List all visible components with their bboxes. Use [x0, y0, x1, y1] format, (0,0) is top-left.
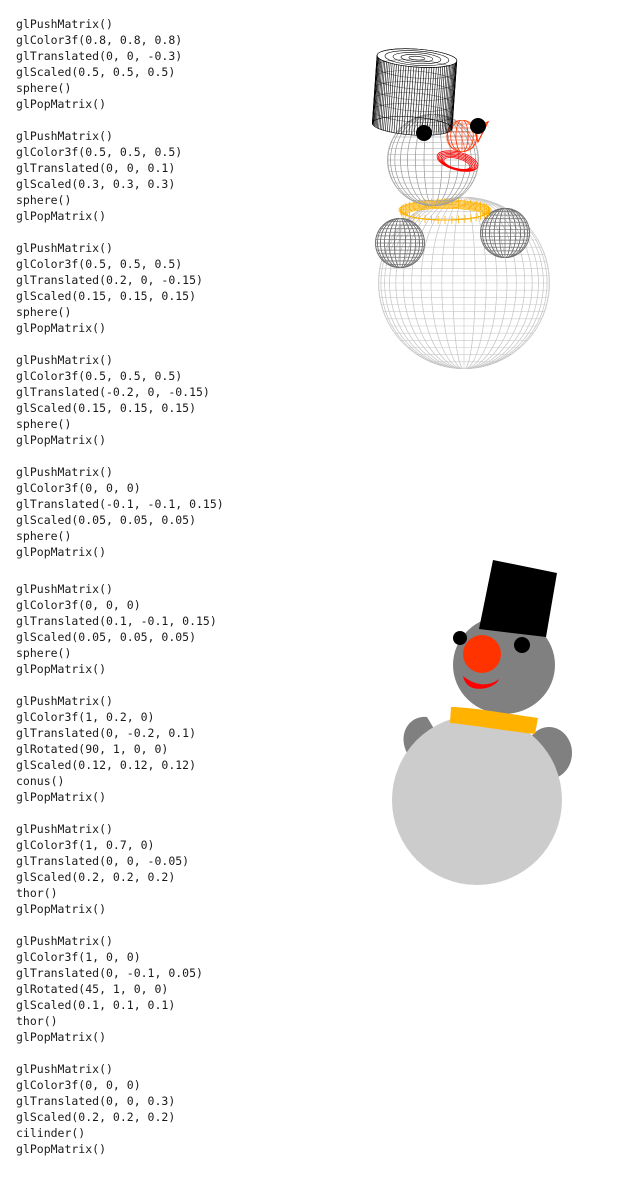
code-block: glPushMatrix() glColor3f(1, 0.7, 0) glTran… — [16, 821, 346, 917]
code-line: glTranslated(0.2, 0, -0.15) — [16, 273, 203, 287]
code-line: glScaled(0.05, 0.05, 0.05) — [16, 513, 197, 527]
code-line: glPopMatrix() — [16, 662, 107, 676]
code-line: glPopMatrix() — [16, 902, 107, 916]
code-line: glColor3f(1, 0.2, 0) — [16, 710, 155, 724]
code-line: glColor3f(0, 0, 0) — [16, 1078, 141, 1092]
opengl-code-listing: glPushMatrix() glColor3f(0.8, 0.8, 0.8) gl… — [16, 16, 346, 1157]
code-line: glScaled(0.2, 0.2, 0.2) — [16, 1110, 176, 1124]
code-block: glPushMatrix() glColor3f(0.5, 0.5, 0.5) gl… — [16, 240, 346, 336]
code-line: glTranslated(0, 0, 0.3) — [16, 1094, 176, 1108]
code-block: glPushMatrix() glColor3f(1, 0, 0) glTransl… — [16, 933, 346, 1045]
wire-hat — [371, 48, 458, 136]
code-line: glTranslated(-0.2, 0, -0.15) — [16, 385, 210, 399]
code-line: glPopMatrix() — [16, 545, 107, 559]
code-line: glScaled(0.15, 0.15, 0.15) — [16, 289, 197, 303]
code-block: glPushMatrix() glColor3f(0.8, 0.8, 0.8) gl… — [16, 16, 346, 112]
code-line: sphere() — [16, 305, 72, 319]
code-line: glPopMatrix() — [16, 433, 107, 447]
code-line: thor() — [16, 1014, 58, 1028]
wire-right-eye — [470, 118, 486, 134]
code-line: thor() — [16, 886, 58, 900]
code-block: glPushMatrix() glColor3f(1, 0.2, 0) glTran… — [16, 693, 346, 805]
code-line: glColor3f(0.5, 0.5, 0.5) — [16, 257, 183, 271]
code-line: glPopMatrix() — [16, 97, 107, 111]
code-line: glColor3f(0.5, 0.5, 0.5) — [16, 145, 183, 159]
code-line: glTranslated(-0.1, -0.1, 0.15) — [16, 497, 224, 511]
code-line: glColor3f(1, 0.7, 0) — [16, 838, 155, 852]
code-line: glRotated(45, 1, 0, 0) — [16, 982, 169, 996]
code-line: glRotated(90, 1, 0, 0) — [16, 742, 169, 756]
wire-right-arm — [480, 208, 530, 258]
code-line: glTranslated(0, -0.2, 0.1) — [16, 726, 197, 740]
code-line: glColor3f(0.8, 0.8, 0.8) — [16, 33, 183, 47]
code-line: glTranslated(0, 0, -0.3) — [16, 49, 183, 63]
code-line: glColor3f(0, 0, 0) — [16, 598, 141, 612]
left-eye — [453, 631, 467, 645]
code-line: glPushMatrix() — [16, 934, 113, 948]
code-line: glPushMatrix() — [16, 241, 113, 255]
top-hat — [479, 560, 557, 637]
code-line: glTranslated(0, -0.1, 0.05) — [16, 966, 203, 980]
code-line: glScaled(0.3, 0.3, 0.3) — [16, 177, 176, 191]
wire-left-arm — [375, 218, 425, 268]
code-line: glPopMatrix() — [16, 1142, 107, 1156]
code-line: glPushMatrix() — [16, 353, 113, 367]
code-line: glScaled(0.2, 0.2, 0.2) — [16, 870, 176, 884]
code-line: glPushMatrix() — [16, 129, 113, 143]
code-line: sphere() — [16, 193, 72, 207]
nose — [463, 635, 501, 673]
code-line: cilinder() — [16, 1126, 86, 1140]
code-line: glPopMatrix() — [16, 321, 107, 335]
wire-body — [378, 197, 550, 369]
code-line: glScaled(0.5, 0.5, 0.5) — [16, 65, 176, 79]
code-line: glScaled(0.15, 0.15, 0.15) — [16, 401, 197, 415]
code-line: glPushMatrix() — [16, 465, 113, 479]
code-line: glColor3f(1, 0, 0) — [16, 950, 141, 964]
solid-snowman — [392, 560, 572, 885]
code-line: glPushMatrix() — [16, 694, 113, 708]
code-block: glPushMatrix() glColor3f(0, 0, 0) glTransl… — [16, 581, 346, 677]
code-line: glColor3f(0.5, 0.5, 0.5) — [16, 369, 183, 383]
code-line: glScaled(0.05, 0.05, 0.05) — [16, 630, 197, 644]
right-eye — [514, 637, 530, 653]
code-line: glPopMatrix() — [16, 790, 107, 804]
snowman-body — [392, 715, 562, 885]
code-line: glPushMatrix() — [16, 17, 113, 31]
code-line: sphere() — [16, 646, 72, 660]
code-block: glPushMatrix() glColor3f(0.5, 0.5, 0.5) gl… — [16, 352, 346, 448]
code-line: glPushMatrix() — [16, 822, 113, 836]
code-block: glPushMatrix() glColor3f(0, 0, 0) glTransl… — [16, 464, 346, 560]
code-line: glPopMatrix() — [16, 1030, 107, 1044]
code-line: glColor3f(0, 0, 0) — [16, 481, 141, 495]
code-line: glScaled(0.1, 0.1, 0.1) — [16, 998, 176, 1012]
code-line: glTranslated(0, 0, 0.1) — [16, 161, 176, 175]
code-block: glPushMatrix() glColor3f(0.5, 0.5, 0.5) gl… — [16, 128, 346, 224]
code-line: glTranslated(0.1, -0.1, 0.15) — [16, 614, 217, 628]
wireframe-snowman — [371, 48, 550, 369]
code-line: glPushMatrix() — [16, 582, 113, 596]
code-line: glPushMatrix() — [16, 1062, 113, 1076]
code-line: conus() — [16, 774, 65, 788]
code-block: glPushMatrix() glColor3f(0, 0, 0) glTransl… — [16, 1061, 346, 1157]
code-line: sphere() — [16, 81, 72, 95]
code-line: sphere() — [16, 417, 72, 431]
code-line: sphere() — [16, 529, 72, 543]
code-line: glPopMatrix() — [16, 209, 107, 223]
code-line: glScaled(0.12, 0.12, 0.12) — [16, 758, 197, 772]
code-line: glTranslated(0, 0, -0.05) — [16, 854, 190, 868]
